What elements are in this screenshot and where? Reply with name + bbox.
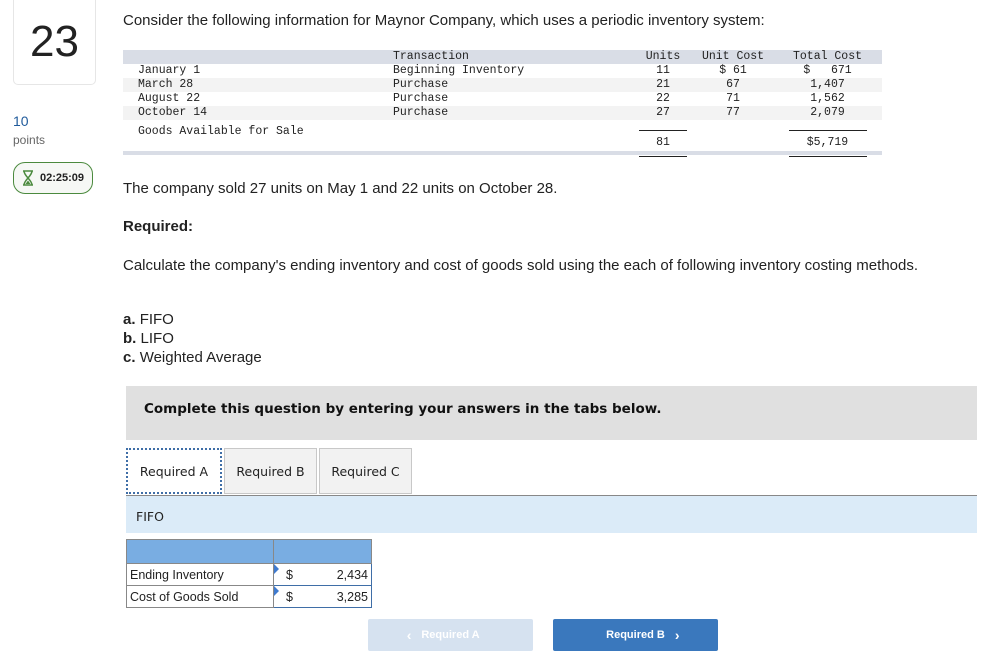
row-total-cost: 1,407 xyxy=(810,78,845,91)
table-row: October 14 Purchase 27 77 2,079 xyxy=(123,106,882,120)
table-row: January 1 Beginning Inventory 11 $ 61 $ … xyxy=(123,64,882,78)
inventory-table: Transaction Units Unit Cost Total Cost J… xyxy=(123,50,882,157)
row-total-cost: 1,562 xyxy=(810,92,845,105)
tab-required-c[interactable]: Required C xyxy=(319,448,412,494)
intro-text: Consider the following information for M… xyxy=(123,12,765,29)
ending-inventory-input[interactable]: $ 2,434 xyxy=(273,563,372,586)
timer-text: 02:25:09 xyxy=(40,172,85,184)
methods-list: a. FIFO b. LIFO c. Weighted Average xyxy=(123,310,262,367)
row-date: October 14 xyxy=(138,106,208,119)
row-unit-cost: 77 xyxy=(726,106,740,119)
method-letter: a. xyxy=(123,311,136,328)
sales-text: The company sold 27 units on May 1 and 2… xyxy=(123,180,558,197)
question-number-text: 23 xyxy=(30,17,79,66)
calc-text: Calculate the company's ending inventory… xyxy=(123,257,919,274)
required-label: Required: xyxy=(123,218,194,235)
timer-badge[interactable]: 02:25:09 xyxy=(13,162,93,194)
row-transaction: Purchase xyxy=(393,106,449,119)
row-units: 27 xyxy=(656,106,670,119)
row-unit-cost: 71 xyxy=(726,92,740,105)
answer-value: 3,285 xyxy=(336,590,368,604)
chevron-left-icon: ‹ xyxy=(406,627,412,643)
tab-required-b[interactable]: Required B xyxy=(224,448,317,494)
header-date xyxy=(123,50,393,64)
row-total-cost: 2,079 xyxy=(810,106,845,119)
method-letter: b. xyxy=(123,330,137,347)
tab-bar: Required A Required B Required C xyxy=(126,448,414,496)
method-item: a. FIFO xyxy=(123,310,262,329)
method-name: LIFO xyxy=(140,330,174,347)
row-transaction: Purchase xyxy=(393,78,449,91)
cogs-input[interactable]: $ 3,285 xyxy=(273,585,372,608)
row-date: January 1 xyxy=(138,64,201,77)
method-letter: c. xyxy=(123,349,136,366)
currency-symbol: $ xyxy=(286,590,293,604)
header-total-cost: Total Cost xyxy=(792,50,862,63)
table-bottom-bar xyxy=(123,151,882,155)
row-transaction: Purchase xyxy=(393,92,449,105)
answer-header-row xyxy=(126,539,372,564)
answer-label: Cost of Goods Sold xyxy=(126,585,274,608)
input-marker-icon xyxy=(274,564,279,574)
answer-row-cogs: Cost of Goods Sold $ 3,285 xyxy=(126,585,372,608)
row-transaction: Beginning Inventory xyxy=(393,64,525,77)
inventory-header-row: Transaction Units Unit Cost Total Cost xyxy=(123,50,882,64)
panel-title: FIFO xyxy=(126,496,977,533)
row-total-cost: $ 671 xyxy=(803,64,852,77)
prev-button[interactable]: ‹ Required A › xyxy=(368,619,533,651)
instructions-banner: Complete this question by entering your … xyxy=(126,386,977,440)
answer-label: Ending Inventory xyxy=(126,563,274,586)
next-button-label: Required B xyxy=(606,629,665,641)
underline xyxy=(788,130,867,131)
row-unit-cost: $ 61 xyxy=(719,64,747,77)
next-button[interactable]: ‹ Required B › xyxy=(553,619,718,651)
row-date: August 22 xyxy=(138,92,201,105)
row-date: March 28 xyxy=(138,78,194,91)
row-units: 21 xyxy=(656,78,670,91)
input-marker-icon xyxy=(274,586,279,596)
method-item: b. LIFO xyxy=(123,329,262,348)
table-row: March 28 Purchase 21 67 1,407 xyxy=(123,78,882,92)
row-units: 22 xyxy=(656,92,670,105)
row-unit-cost: 67 xyxy=(726,78,740,91)
method-name: Weighted Average xyxy=(139,349,262,366)
row-units: 11 xyxy=(656,64,670,77)
underline xyxy=(639,130,687,131)
currency-symbol: $ xyxy=(286,568,293,582)
points-value: 10 xyxy=(13,113,29,129)
prev-button-label: Required A xyxy=(421,629,480,641)
table-row: August 22 Purchase 22 71 1,562 xyxy=(123,92,882,106)
tab-required-a[interactable]: Required A xyxy=(126,448,222,494)
header-transaction: Transaction xyxy=(393,50,469,63)
method-item: c. Weighted Average xyxy=(123,348,262,367)
header-unit-cost: Unit Cost xyxy=(701,50,765,63)
points-label: points xyxy=(13,133,46,147)
question-number: 23 xyxy=(13,0,96,85)
hourglass-icon xyxy=(23,170,33,186)
method-name: FIFO xyxy=(139,311,174,328)
answer-row-ending-inventory: Ending Inventory $ 2,434 xyxy=(126,563,372,586)
chevron-right-icon: › xyxy=(674,627,680,643)
answer-value: 2,434 xyxy=(336,568,368,582)
answer-table: Ending Inventory $ 2,434 Cost of Goods S… xyxy=(126,539,372,608)
header-units: Units xyxy=(645,50,681,63)
